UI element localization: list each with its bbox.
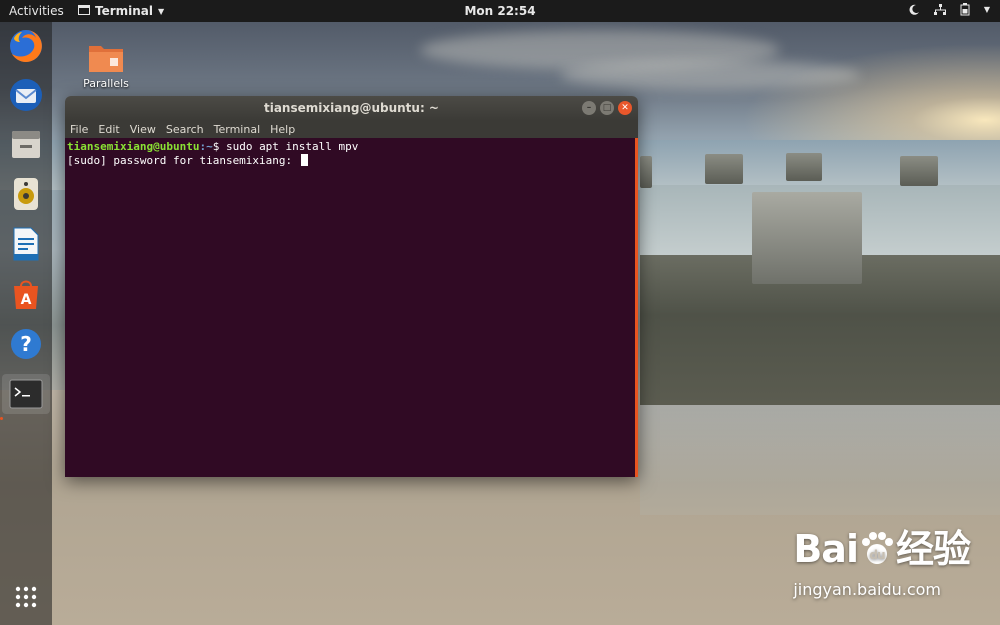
reflection	[640, 395, 1000, 515]
maximize-button[interactable]: □	[600, 101, 614, 115]
chevron-down-icon: ▼	[158, 6, 165, 16]
command-text: sudo apt install mpv	[219, 140, 359, 153]
desktop-icon-label: Parallels Shared	[83, 77, 129, 90]
cloud	[560, 60, 860, 90]
scrollbar-edge[interactable]	[635, 138, 638, 477]
pillar-large	[752, 192, 862, 284]
prompt-path: :~	[199, 140, 213, 153]
writer-icon[interactable]	[6, 224, 46, 264]
top-bar: Activities Terminal ▼ Mon 22:54 ▼	[0, 0, 1000, 22]
watermark-logo: Bai du 经验	[793, 518, 971, 573]
files-icon[interactable]	[6, 124, 46, 164]
folder-icon	[89, 46, 123, 72]
thunderbird-icon[interactable]	[6, 75, 46, 115]
svg-text:du: du	[869, 548, 885, 562]
watermark-brand2: 经验	[895, 527, 971, 571]
pillar	[640, 156, 652, 188]
menu-file[interactable]: File	[70, 123, 88, 136]
battery-icon	[960, 3, 970, 16]
system-tray[interactable]: ▼	[909, 3, 990, 16]
app-menu[interactable]: Terminal ▼	[78, 4, 164, 18]
show-apps-icon[interactable]	[6, 577, 46, 617]
active-indicator	[0, 417, 3, 420]
menu-search[interactable]: Search	[166, 123, 204, 136]
help-icon[interactable]: ?	[6, 324, 46, 364]
minimize-button[interactable]: –	[582, 101, 596, 115]
pillar	[900, 156, 938, 186]
watermark-url: jingyan.baidu.com	[793, 580, 941, 599]
close-button[interactable]: ✕	[618, 101, 632, 115]
activities-button[interactable]: Activities	[9, 4, 64, 18]
paw-icon: du	[858, 527, 896, 571]
text-cursor	[300, 154, 308, 166]
svg-text:?: ?	[20, 332, 32, 356]
app-name: Terminal	[95, 4, 154, 18]
chevron-down-icon: ▼	[983, 5, 990, 14]
rhythmbox-icon[interactable]	[6, 174, 46, 214]
prompt-user: tiansemixiang@ubuntu	[67, 140, 200, 153]
watermark-brand: Bai	[793, 527, 859, 571]
menu-view[interactable]: View	[130, 123, 156, 136]
terminal-window[interactable]: tiansemixiang@ubuntu: ~ – □ ✕ File Edit …	[65, 96, 638, 477]
window-title: tiansemixiang@ubuntu: ~	[263, 101, 439, 115]
pillar	[786, 153, 822, 181]
night-mode-icon	[909, 4, 920, 15]
desktop-folder-icon[interactable]: Parallels Shared	[76, 40, 136, 90]
command-line: tiansemixiang@ubuntu:~$ sudo apt install…	[67, 140, 633, 154]
terminal-console[interactable]: tiansemixiang@ubuntu:~$ sudo apt install…	[65, 138, 635, 477]
menu-help[interactable]: Help	[270, 123, 295, 136]
watermark: Bai du 经验 jingyan.baidu.com	[793, 518, 971, 599]
firefox-icon[interactable]	[6, 26, 46, 66]
sudo-prompt-text: [sudo] password for tiansemixiang:	[67, 154, 299, 167]
terminal-small-icon	[78, 4, 90, 18]
dock: A ?	[0, 22, 52, 625]
sudo-prompt-line: [sudo] password for tiansemixiang:	[67, 154, 633, 168]
network-icon	[933, 3, 946, 16]
title-bar[interactable]: tiansemixiang@ubuntu: ~ – □ ✕	[65, 96, 638, 121]
svg-text:A: A	[21, 292, 32, 308]
pillar	[705, 154, 743, 184]
menu-bar: File Edit View Search Terminal Help	[65, 121, 638, 138]
menu-terminal[interactable]: Terminal	[214, 123, 261, 136]
menu-edit[interactable]: Edit	[98, 123, 119, 136]
terminal-icon[interactable]	[2, 374, 50, 414]
software-icon[interactable]: A	[6, 274, 46, 314]
